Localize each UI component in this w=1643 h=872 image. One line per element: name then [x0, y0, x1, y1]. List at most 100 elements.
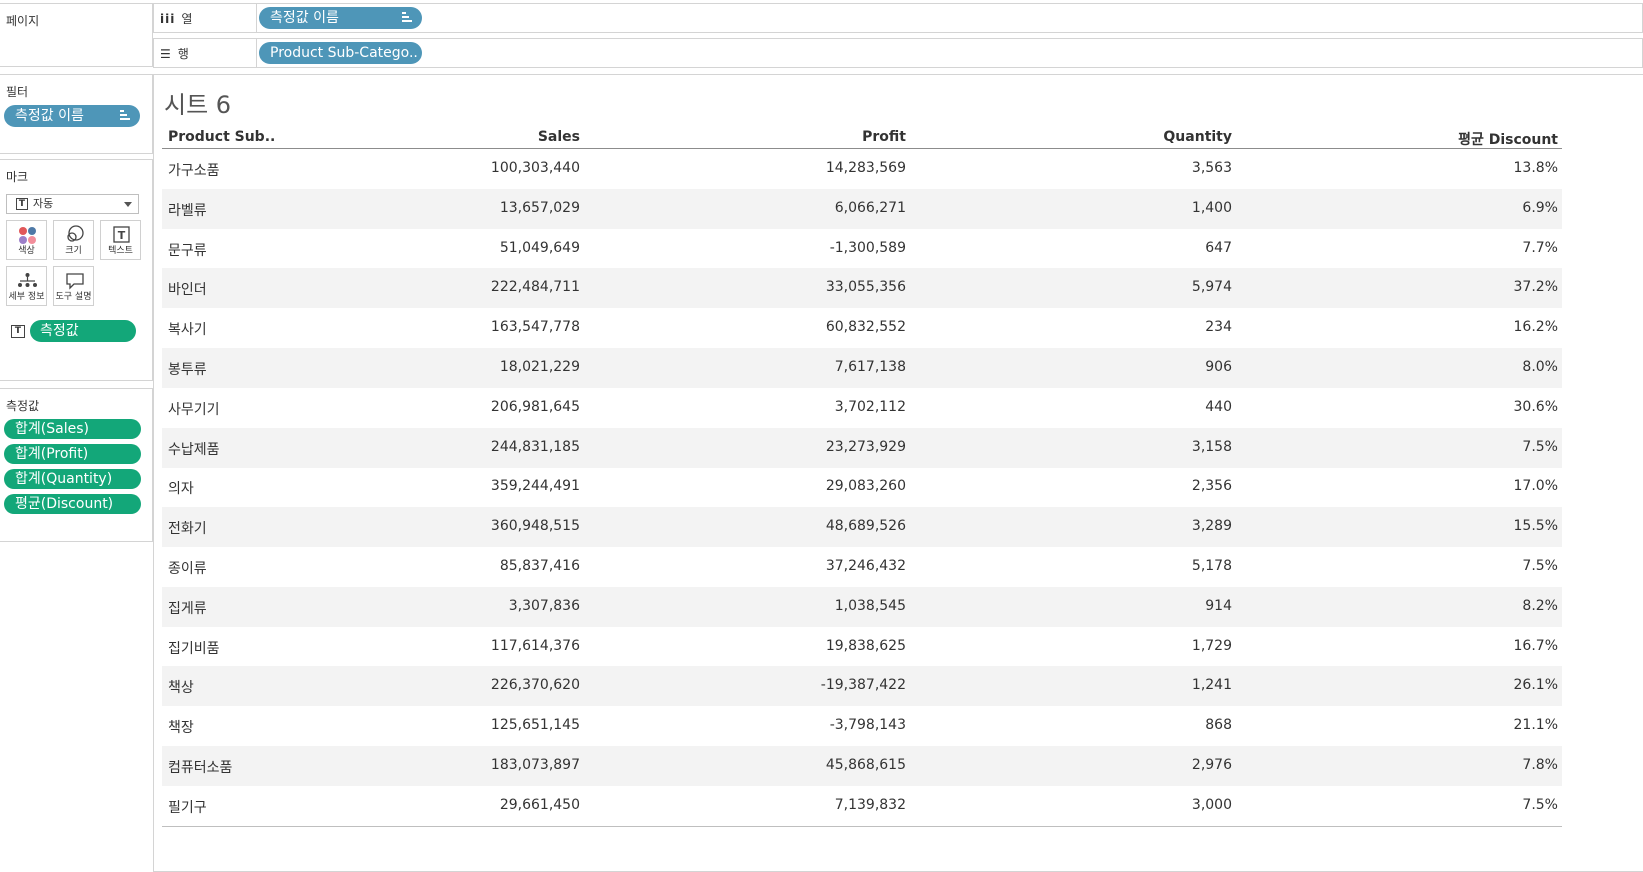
table-row[interactable]: 책상 226,370,620 -19,387,422 1,241 26.1% — [162, 666, 1562, 707]
cell-sub-category[interactable]: 바인더 — [168, 279, 207, 299]
cell-quantity[interactable]: 3,563 — [1192, 160, 1232, 176]
columns-pill-measure-names[interactable]: 측정값 이름 — [259, 7, 422, 29]
cell-sales[interactable]: 360,948,515 — [491, 518, 580, 534]
cell-sub-category[interactable]: 문구류 — [168, 240, 207, 260]
cell-quantity[interactable]: 5,178 — [1192, 558, 1232, 574]
table-row[interactable]: 컴퓨터소품 183,073,897 45,868,615 2,976 7.8% — [162, 746, 1562, 786]
cell-avg-discount[interactable]: 7.5% — [1522, 439, 1558, 455]
table-row[interactable]: 집기비품 117,614,376 19,838,625 1,729 16.7% — [162, 627, 1562, 667]
cell-sales[interactable]: 3,307,836 — [509, 598, 580, 614]
cell-sales[interactable]: 13,657,029 — [500, 200, 580, 216]
cell-sub-category[interactable]: 의자 — [168, 478, 194, 498]
cell-sales[interactable]: 125,651,145 — [491, 717, 580, 733]
cell-sales[interactable]: 51,049,649 — [500, 240, 580, 256]
sheet-title[interactable]: 시트 6 — [164, 85, 231, 120]
table-row[interactable]: 전화기 360,948,515 48,689,526 3,289 15.5% — [162, 507, 1562, 548]
cell-sub-category[interactable]: 책상 — [168, 677, 194, 697]
cell-profit[interactable]: 23,273,929 — [826, 439, 906, 455]
cell-quantity[interactable]: 1,400 — [1192, 200, 1232, 216]
marks-text-button[interactable]: T 텍스트 — [100, 220, 141, 260]
cell-sub-category[interactable]: 사무기기 — [168, 399, 220, 419]
cell-quantity[interactable]: 5,974 — [1192, 279, 1232, 295]
cell-sales[interactable]: 222,484,711 — [491, 279, 580, 295]
table-row[interactable]: 의자 359,244,491 29,083,260 2,356 17.0% — [162, 467, 1562, 507]
cell-profit[interactable]: -1,300,589 — [830, 240, 906, 256]
cell-avg-discount[interactable]: 17.0% — [1514, 478, 1558, 494]
cell-profit[interactable]: 33,055,356 — [826, 279, 906, 295]
measure-pill-profit[interactable]: 합계(Profit) — [4, 444, 141, 464]
cell-sub-category[interactable]: 봉투류 — [168, 359, 207, 379]
cell-quantity[interactable]: 3,289 — [1192, 518, 1232, 534]
cell-sales[interactable]: 183,073,897 — [491, 757, 580, 773]
header-product-sub-category[interactable]: Product Sub.. — [168, 129, 275, 149]
cell-avg-discount[interactable]: 21.1% — [1514, 717, 1558, 733]
cell-sub-category[interactable]: 복사기 — [168, 319, 207, 339]
cell-quantity[interactable]: 2,356 — [1192, 478, 1232, 494]
rows-shelf[interactable]: ☰ 행 Product Sub-Catego.. — [153, 38, 1643, 68]
cell-sales[interactable]: 100,303,440 — [491, 160, 580, 176]
cell-avg-discount[interactable]: 7.7% — [1522, 240, 1558, 256]
table-row[interactable]: 라벨류 13,657,029 6,066,271 1,400 6.9% — [162, 188, 1562, 229]
measure-pill-discount[interactable]: 평균(Discount) — [4, 494, 141, 514]
filters-card[interactable]: 필터 측정값 이름 — [0, 74, 153, 154]
cell-avg-discount[interactable]: 16.7% — [1514, 638, 1558, 654]
cell-sales[interactable]: 85,837,416 — [500, 558, 580, 574]
table-row[interactable]: 책장 125,651,145 -3,798,143 868 21.1% — [162, 706, 1562, 746]
cell-avg-discount[interactable]: 7.5% — [1522, 558, 1558, 574]
cell-quantity[interactable]: 906 — [1205, 359, 1232, 375]
marks-text-pill[interactable]: 측정값 — [30, 320, 136, 342]
table-row[interactable]: 봉투류 18,021,229 7,617,138 906 8.0% — [162, 348, 1562, 388]
cell-avg-discount[interactable]: 37.2% — [1514, 279, 1558, 295]
marks-tooltip-button[interactable]: 도구 설명 — [53, 266, 94, 306]
cell-avg-discount[interactable]: 16.2% — [1514, 319, 1558, 335]
cell-quantity[interactable]: 3,158 — [1192, 439, 1232, 455]
cell-avg-discount[interactable]: 30.6% — [1514, 399, 1558, 415]
cell-avg-discount[interactable]: 13.8% — [1514, 160, 1558, 176]
cell-sub-category[interactable]: 전화기 — [168, 518, 207, 538]
cell-profit[interactable]: 7,139,832 — [835, 797, 906, 813]
cell-sales[interactable]: 226,370,620 — [491, 677, 580, 693]
cell-sub-category[interactable]: 집기비품 — [168, 638, 220, 658]
cell-avg-discount[interactable]: 8.2% — [1522, 598, 1558, 614]
cell-sub-category[interactable]: 라벨류 — [168, 200, 207, 220]
cell-profit[interactable]: 7,617,138 — [835, 359, 906, 375]
rows-pill-product-sub-category[interactable]: Product Sub-Catego.. — [259, 42, 422, 64]
marks-size-button[interactable]: 크기 — [53, 220, 94, 260]
cell-sales[interactable]: 206,981,645 — [491, 399, 580, 415]
table-row[interactable]: 사무기기 206,981,645 3,702,112 440 30.6% — [162, 388, 1562, 428]
table-row[interactable]: 종이류 85,837,416 37,246,432 5,178 7.5% — [162, 547, 1562, 587]
cell-sales[interactable]: 359,244,491 — [491, 478, 580, 494]
cell-sales[interactable]: 117,614,376 — [491, 638, 580, 654]
cell-profit[interactable]: 29,083,260 — [826, 478, 906, 494]
cell-quantity[interactable]: 868 — [1205, 717, 1232, 733]
mark-type-dropdown[interactable]: T 자동 — [6, 194, 139, 214]
cell-sub-category[interactable]: 수납제품 — [168, 439, 220, 459]
cell-avg-discount[interactable]: 7.5% — [1522, 797, 1558, 813]
cell-profit[interactable]: 60,832,552 — [826, 319, 906, 335]
cell-profit[interactable]: 3,702,112 — [835, 399, 906, 415]
cell-quantity[interactable]: 440 — [1205, 399, 1232, 415]
filter-pill-measure-names[interactable]: 측정값 이름 — [4, 105, 140, 127]
measure-pill-sales[interactable]: 합계(Sales) — [4, 419, 141, 439]
cell-avg-discount[interactable]: 6.9% — [1522, 200, 1558, 216]
cell-profit[interactable]: 48,689,526 — [826, 518, 906, 534]
cell-profit[interactable]: 45,868,615 — [826, 757, 906, 773]
cell-profit[interactable]: 37,246,432 — [826, 558, 906, 574]
cell-sub-category[interactable]: 종이류 — [168, 558, 207, 578]
cell-avg-discount[interactable]: 15.5% — [1514, 518, 1558, 534]
cell-sales[interactable]: 163,547,778 — [491, 319, 580, 335]
cell-sales[interactable]: 18,021,229 — [500, 359, 580, 375]
cell-quantity[interactable]: 1,729 — [1192, 638, 1232, 654]
cell-profit[interactable]: 1,038,545 — [835, 598, 906, 614]
cell-quantity[interactable]: 1,241 — [1192, 677, 1232, 693]
table-row[interactable]: 가구소품 100,303,440 14,283,569 3,563 13.8% — [162, 149, 1562, 189]
table-row[interactable]: 문구류 51,049,649 -1,300,589 647 7.7% — [162, 229, 1562, 269]
table-row[interactable]: 바인더 222,484,711 33,055,356 5,974 37.2% — [162, 268, 1562, 309]
marks-color-button[interactable]: 색상 — [6, 220, 47, 260]
cell-avg-discount[interactable]: 8.0% — [1522, 359, 1558, 375]
cell-quantity[interactable]: 647 — [1205, 240, 1232, 256]
cell-quantity[interactable]: 234 — [1205, 319, 1232, 335]
cell-profit[interactable]: -3,798,143 — [830, 717, 906, 733]
pages-card[interactable]: 페이지 — [0, 3, 153, 67]
cell-sub-category[interactable]: 필기구 — [168, 797, 207, 817]
